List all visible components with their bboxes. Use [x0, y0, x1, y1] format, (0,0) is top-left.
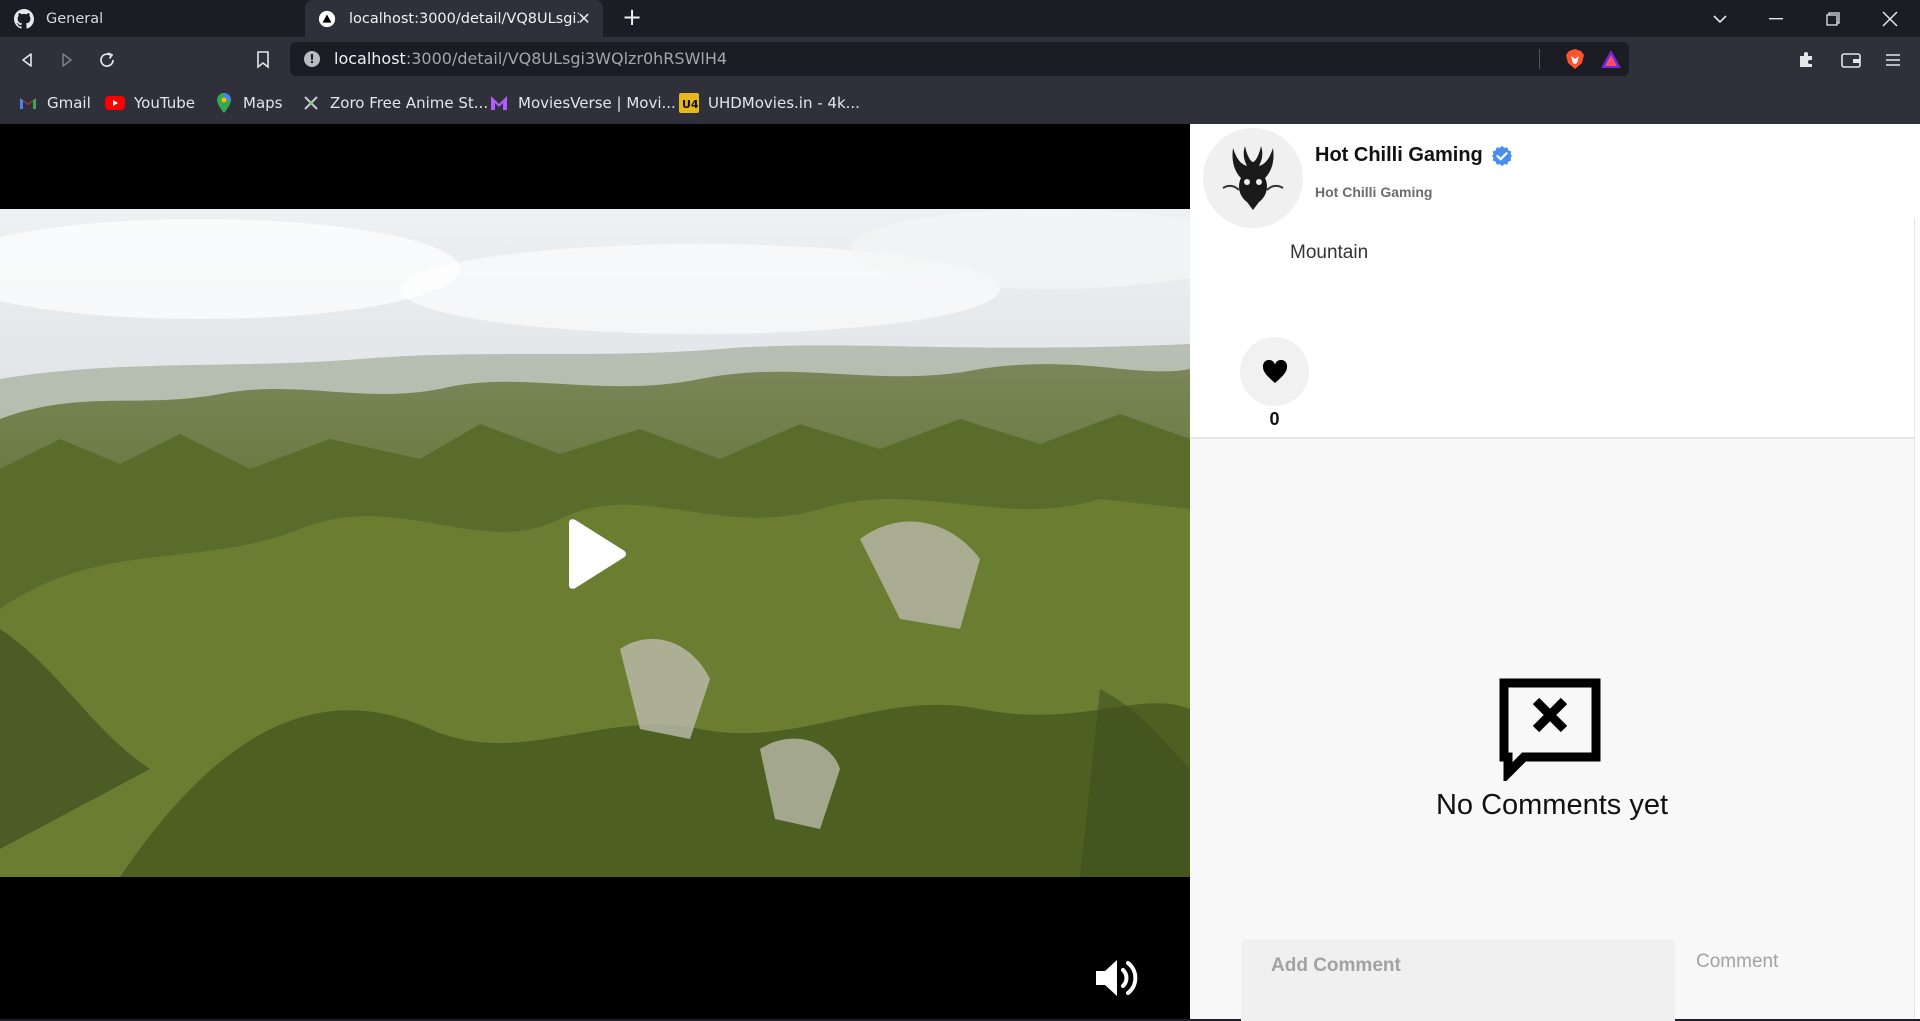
tab-bar: General localhost:3000/detail/VQ8ULsgi3W…	[0, 0, 1920, 37]
bookmark-moviesverse[interactable]: MoviesVerse | Movi...	[489, 92, 676, 114]
volume-icon[interactable]	[1093, 956, 1141, 1000]
vercel-triangle-icon	[317, 9, 337, 29]
no-comments-icon	[1499, 678, 1601, 781]
bookmarks-bar: Gmail YouTube Maps Zoro Free Anime St...…	[0, 83, 1920, 124]
youtube-icon	[105, 93, 125, 113]
moviesverse-icon	[489, 93, 509, 113]
minimize-icon[interactable]	[1750, 0, 1802, 37]
author-handle: Hot Chilli Gaming	[1315, 184, 1433, 200]
page: Hot Chilli Gaming Hot Chilli Gaming Moun…	[0, 124, 1920, 1021]
post-caption: Mountain	[1290, 242, 1369, 263]
bookmark-icon[interactable]	[248, 45, 278, 75]
bookmark-gmail[interactable]: Gmail	[18, 92, 91, 114]
wallet-icon[interactable]	[1836, 45, 1866, 75]
bookmark-zoro[interactable]: Zoro Free Anime St...	[301, 92, 488, 114]
tab-title: localhost:3000/detail/VQ8ULsgi3WQlzr0hRS…	[349, 10, 579, 27]
brave-shields-icon[interactable]	[1560, 44, 1590, 74]
reload-icon[interactable]	[92, 45, 122, 75]
demon-logo-icon	[1222, 146, 1284, 210]
video-frame[interactable]	[0, 209, 1190, 877]
github-icon	[14, 8, 34, 29]
tab-detail[interactable]: localhost:3000/detail/VQ8ULsgi3WQlzr0hRS…	[305, 0, 603, 37]
bookmark-maps[interactable]: Maps	[214, 92, 282, 114]
restore-icon[interactable]	[1807, 0, 1859, 37]
close-window-icon[interactable]	[1864, 0, 1916, 37]
video-player[interactable]	[0, 124, 1190, 1019]
like-button[interactable]	[1240, 337, 1309, 406]
no-comments-text: No Comments yet	[1435, 789, 1669, 821]
tab-title: General	[46, 10, 104, 27]
comment-submit-button[interactable]: Comment	[1696, 951, 1778, 973]
new-tab-button[interactable]: +	[620, 5, 644, 30]
heart-icon	[1262, 359, 1287, 383]
uhdmovies-icon: U4	[679, 93, 699, 113]
zoro-icon	[301, 93, 321, 113]
bookmark-uhdmovies[interactable]: U4 UHDMovies.in - 4k...	[679, 92, 860, 114]
post-details-panel: Hot Chilli Gaming Hot Chilli Gaming Moun…	[1190, 124, 1920, 1021]
brave-rewards-icon[interactable]	[1596, 44, 1626, 74]
close-tab-icon[interactable]: ✕	[575, 9, 593, 28]
url-separator	[1539, 49, 1540, 69]
author-name[interactable]: Hot Chilli Gaming	[1315, 144, 1513, 167]
url-text[interactable]: localhost:3000/detail/VQ8ULsgi3WQlzr0hRS…	[334, 49, 727, 68]
scrollbar-track[interactable]	[1914, 218, 1915, 1018]
comments-section: No Comments yet Comment	[1190, 437, 1914, 1021]
forward-icon[interactable]	[52, 45, 82, 75]
bookmark-youtube[interactable]: YouTube	[105, 92, 195, 114]
gmail-icon	[18, 93, 38, 113]
menu-icon[interactable]	[1878, 45, 1908, 75]
extensions-icon[interactable]	[1791, 45, 1821, 75]
browser-toolbar: ! localhost:3000/detail/VQ8ULsgi3WQlzr0h…	[0, 37, 1920, 83]
add-comment-input[interactable]	[1241, 939, 1675, 1021]
tab-general[interactable]: General	[0, 0, 300, 37]
back-icon[interactable]	[12, 45, 42, 75]
verified-badge-icon	[1491, 145, 1512, 166]
play-icon[interactable]	[563, 519, 627, 589]
avatar[interactable]	[1203, 128, 1303, 228]
svg-text:U4: U4	[682, 98, 699, 111]
tab-search-chevron-icon[interactable]	[1694, 0, 1746, 37]
address-bar[interactable]: ! localhost:3000/detail/VQ8ULsgi3WQlzr0h…	[290, 42, 1629, 76]
site-info-icon[interactable]: !	[304, 51, 320, 67]
maps-icon	[214, 93, 234, 113]
like-count: 0	[1269, 409, 1280, 429]
